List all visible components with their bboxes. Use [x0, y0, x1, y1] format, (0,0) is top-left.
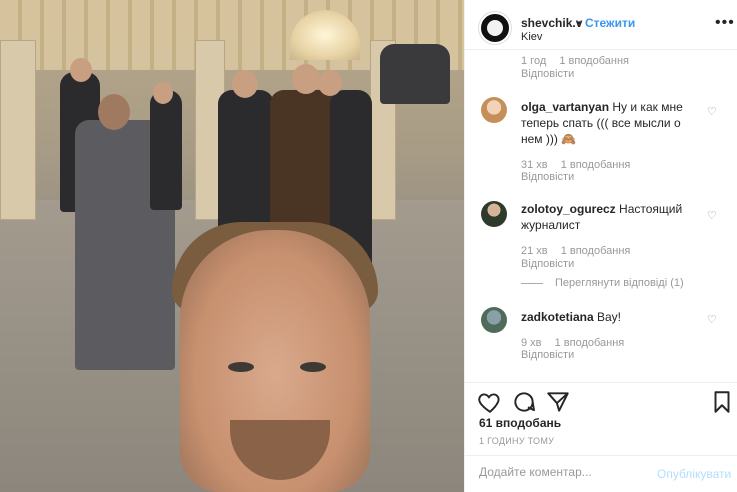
station-column — [0, 40, 36, 220]
comment-likes[interactable]: 1 вподобання — [559, 55, 629, 67]
follow-button[interactable]: Стежити — [585, 16, 635, 30]
comment-body: Вау! — [597, 310, 621, 324]
reply-button[interactable]: Відповісти — [521, 349, 574, 361]
post-header: shevchik.v • Стежити Kiev ••• — [465, 0, 737, 50]
person-head — [292, 64, 320, 94]
comment-likes[interactable]: 1 вподобання — [561, 245, 631, 257]
comment-username[interactable]: zadkotetiana — [521, 310, 594, 324]
more-options-icon[interactable]: ••• — [715, 14, 735, 32]
comment-time: 31 хв — [521, 159, 548, 171]
person-head — [70, 58, 92, 82]
comment-meta: 31 хв 1 вподобання — [521, 159, 640, 171]
reply-button[interactable]: Відповісти — [521, 171, 574, 183]
comment-username[interactable]: zolotoy_ogurecz — [521, 202, 616, 216]
comment-icon[interactable] — [511, 389, 537, 415]
like-count[interactable]: 61 вподобань — [479, 416, 561, 430]
comment-likes[interactable]: 1 вподобання — [555, 337, 625, 349]
header-separator: • — [577, 16, 582, 30]
commenter-avatar[interactable] — [481, 307, 507, 333]
comment-like-heart-icon[interactable]: ♡ — [707, 105, 717, 118]
crowd — [380, 44, 450, 104]
comment-like-heart-icon[interactable]: ♡ — [707, 209, 717, 222]
reply-button[interactable]: Відповісти — [521, 258, 574, 270]
person-head — [153, 82, 173, 104]
selfie-eye — [300, 362, 326, 372]
comment-meta: 9 хв 1 вподобання — [521, 337, 634, 349]
comment-input[interactable] — [479, 465, 649, 479]
author-username[interactable]: shevchik.v — [521, 16, 582, 30]
person — [218, 90, 274, 240]
add-comment-bar: Опублікувати — [465, 455, 737, 492]
comment-meta: 1 год 1 вподобання — [521, 55, 639, 67]
post-location[interactable]: Kiev — [521, 31, 542, 43]
post-comment-button[interactable]: Опублікувати — [657, 467, 731, 481]
comment-text: zadkotetiana Вау! — [521, 309, 701, 325]
comment-like-heart-icon[interactable]: ♡ — [707, 313, 717, 326]
person-head — [318, 70, 342, 96]
commenter-avatar[interactable] — [481, 201, 507, 227]
comments-list[interactable]: 1 год 1 вподобання Відповісти olga_varta… — [465, 51, 737, 381]
commenter-avatar[interactable] — [481, 97, 507, 123]
person-head — [98, 94, 130, 130]
view-replies-button[interactable]: Переглянути відповіді (1) — [521, 277, 684, 289]
author-avatar[interactable] — [479, 12, 511, 44]
heart-icon[interactable] — [477, 389, 503, 415]
post-side-panel: shevchik.v • Стежити Kiev ••• 1 год 1 вп… — [464, 0, 737, 492]
comment-text: zolotoy_ogurecz Настоящий журналист — [521, 201, 701, 233]
person-head — [232, 70, 258, 98]
post-actions — [465, 382, 737, 420]
person — [150, 90, 182, 210]
reply-button[interactable]: Відповісти — [521, 68, 574, 80]
post-photo[interactable] — [0, 0, 464, 492]
share-icon[interactable] — [545, 389, 571, 415]
comment-time: 1 год — [521, 55, 547, 67]
comment-time: 21 хв — [521, 245, 548, 257]
comment-likes[interactable]: 1 вподобання — [561, 159, 631, 171]
comment-text: olga_vartanyan Ну и как мне теперь спать… — [521, 99, 701, 147]
selfie-eye — [228, 362, 254, 372]
comment-time: 9 хв — [521, 337, 542, 349]
post-time[interactable]: 1 ГОДИНУ ТОМУ — [479, 436, 554, 446]
comment-username[interactable]: olga_vartanyan — [521, 100, 609, 114]
comment-meta: 21 хв 1 вподобання — [521, 245, 640, 257]
bookmark-icon[interactable] — [709, 389, 735, 415]
